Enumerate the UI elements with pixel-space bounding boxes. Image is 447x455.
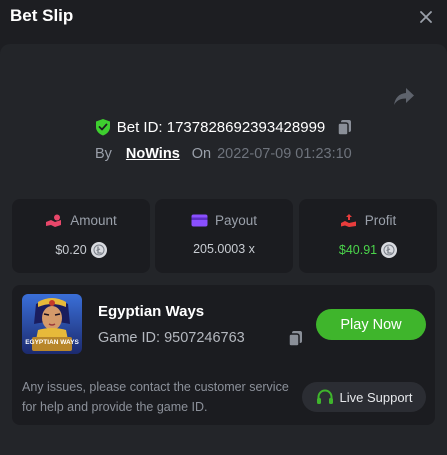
copy-icon[interactable] (337, 119, 352, 136)
play-now-button[interactable]: Play Now (316, 309, 426, 340)
on-label: On (191, 146, 212, 162)
payout-icon (191, 214, 208, 227)
copy-game-id-icon[interactable] (288, 330, 303, 352)
game-card: EGYPTIAN WAYS Egyptian Ways Game ID: 950… (12, 285, 435, 425)
share-icon[interactable] (392, 86, 416, 108)
by-label: By (95, 146, 112, 162)
header: Bet Slip (0, 0, 447, 44)
live-support-button[interactable]: Live Support (302, 382, 426, 412)
game-name: Egyptian Ways (98, 303, 205, 320)
bet-id-row: Bet ID: 1737828692393428999 (0, 116, 447, 138)
coin-icon (381, 242, 398, 258)
bet-id: Bet ID: 1737828692393428999 (116, 118, 326, 136)
user-link[interactable]: NoWins (126, 146, 180, 162)
payout-value: 205.0003 x (193, 242, 255, 256)
profit-card: Profit $40.91 (299, 199, 437, 273)
shield-check-icon (95, 118, 111, 136)
thumbnail-logo-text: EGYPTIAN WAYS (25, 339, 79, 346)
amount-card: Amount $0.20 (12, 199, 150, 273)
amount-label: Amount (70, 213, 117, 228)
game-id: Game ID: 9507246763 (98, 330, 245, 346)
profit-label: Profit (364, 213, 397, 228)
support-message: Any issues, please contact the customer … (22, 380, 289, 414)
payout-label: Payout (214, 213, 258, 228)
profit-value: $40.91 (338, 243, 378, 257)
close-icon[interactable] (415, 6, 437, 28)
amount-icon (45, 214, 63, 228)
live-support-label: Live Support (339, 389, 413, 405)
game-thumbnail[interactable]: EGYPTIAN WAYS (22, 294, 82, 354)
page-title: Bet Slip (10, 6, 74, 25)
profit-icon (340, 213, 358, 228)
headset-icon (316, 389, 334, 406)
payout-card: Payout 205.0003 x (155, 199, 293, 273)
amount-value: $0.20 (55, 243, 87, 257)
bet-meta-row: By NoWins On 2022-07-09 01:23:10 (95, 144, 352, 164)
coin-icon (90, 242, 107, 258)
bet-date: 2022-07-09 01:23:10 (217, 146, 352, 162)
